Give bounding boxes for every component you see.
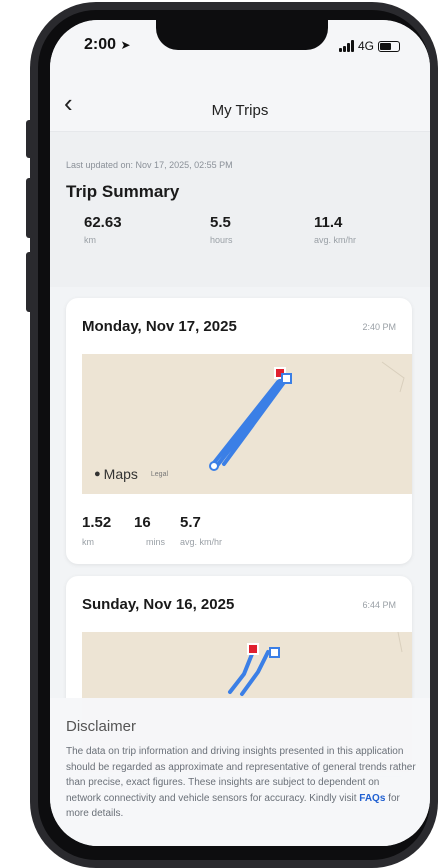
faqs-link[interactable]: FAQs xyxy=(359,793,385,804)
location-arrow-icon: ➤ xyxy=(120,38,131,52)
app-screen: 2:00 ➤ 4G ‹ My Trips Last updated on: No… xyxy=(50,20,430,846)
summary-stat-speed: 11.4 avg. km/hr xyxy=(314,214,356,245)
trip-card[interactable]: Monday, Nov 17, 2025 2:40 PM ● Maps Lega… xyxy=(66,298,412,564)
side-button-volume-down xyxy=(26,252,32,312)
route-end-marker xyxy=(247,643,259,655)
stat-value: 5.7 xyxy=(180,514,201,531)
notch xyxy=(156,20,328,50)
side-button-volume-up xyxy=(26,178,32,238)
stat-unit: hours xyxy=(210,235,233,245)
trip-date: Sunday, Nov 16, 2025 xyxy=(82,596,235,613)
status-time: 2:00 ➤ xyxy=(84,36,131,53)
stat-unit: mins xyxy=(146,537,166,547)
stat-value: 1.52 xyxy=(82,514,112,531)
stat-unit: avg. km/hr xyxy=(314,235,357,245)
apple-icon: ● xyxy=(94,468,101,480)
maps-brand: Maps xyxy=(103,466,138,482)
route-end-marker-blue xyxy=(281,373,292,384)
map-road xyxy=(381,361,405,393)
disclaimer-title: Disclaimer xyxy=(66,718,137,735)
summary-stat-distance: 62.63 km xyxy=(84,214,122,245)
route-start-marker xyxy=(209,461,219,471)
route-start-marker xyxy=(269,647,280,658)
route-line xyxy=(211,376,287,469)
route-line xyxy=(228,650,270,696)
trip-date: Monday, Nov 17, 2025 xyxy=(82,318,237,335)
stat-value: 62.63 xyxy=(84,214,122,231)
last-updated: Last updated on: Nov 17, 2025, 02:55 PM xyxy=(66,160,233,170)
trip-stat-duration: 16 mins xyxy=(134,514,165,547)
side-button-mute xyxy=(26,120,32,158)
signal-bars-icon xyxy=(338,40,354,52)
stat-value: 16 xyxy=(134,514,151,531)
disclaimer-text: The data on trip information and driving… xyxy=(66,744,416,822)
trip-time: 2:40 PM xyxy=(362,322,396,332)
battery-icon xyxy=(378,40,400,52)
stat-unit: avg. km/hr xyxy=(180,537,223,547)
trip-stat-distance: 1.52 km xyxy=(82,514,111,547)
trip-stat-speed: 5.7 avg. km/hr xyxy=(180,514,222,547)
map-road xyxy=(397,631,403,653)
summary-stat-duration: 5.5 hours xyxy=(210,214,233,245)
stat-unit: km xyxy=(82,537,94,547)
trip-summary: Last updated on: Nov 17, 2025, 02:55 PM … xyxy=(50,132,430,287)
stat-value: 11.4 xyxy=(314,214,343,231)
summary-title: Trip Summary xyxy=(66,182,180,201)
maps-attribution: ● Maps Legal xyxy=(94,466,168,482)
nav-bar: ‹ My Trips xyxy=(50,80,430,132)
network-type: 4G xyxy=(357,39,374,53)
stat-value: 5.5 xyxy=(210,214,231,231)
trip-map[interactable]: ● Maps Legal xyxy=(82,354,412,494)
disclaimer-panel: Disclaimer The data on trip information … xyxy=(50,698,430,846)
status-indicators: 4G xyxy=(338,39,400,53)
page-title: My Trips xyxy=(211,102,269,119)
stat-unit: km xyxy=(84,235,96,245)
trip-time: 6:44 PM xyxy=(362,600,396,610)
maps-legal-link[interactable]: Legal xyxy=(151,471,168,478)
